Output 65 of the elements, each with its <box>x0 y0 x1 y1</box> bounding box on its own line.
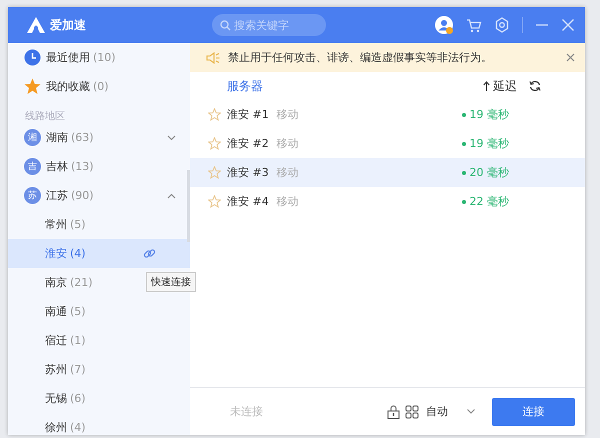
status-dot <box>462 170 466 174</box>
region-item[interactable]: 吉 吉林 (13) <box>8 152 190 181</box>
city-item[interactable]: 淮安 (4) <box>8 239 190 268</box>
latency-value: 20 毫秒 <box>470 165 509 180</box>
city-item[interactable]: 宿迁 (1) <box>8 326 190 355</box>
speaker-icon <box>206 52 220 64</box>
city-item[interactable]: 南通 (5) <box>8 297 190 326</box>
clock-icon <box>24 49 41 66</box>
latency-value: 19 毫秒 <box>470 136 509 151</box>
connection-status: 未连接 <box>230 404 263 419</box>
section-label: 线路地区 <box>24 110 66 123</box>
sidebar-item[interactable]: 最近使用 (10) <box>8 43 190 72</box>
latency-value: 22 毫秒 <box>470 194 509 209</box>
settings-icon[interactable] <box>494 17 510 33</box>
lock-icon[interactable] <box>387 404 400 418</box>
column-header[interactable]: 服务器 <box>227 78 263 94</box>
server-row[interactable]: 淮安 #3 移动 20 毫秒 <box>190 158 585 187</box>
refresh-icon[interactable] <box>529 80 541 92</box>
latency-value: 19 毫秒 <box>470 107 509 122</box>
city-item[interactable]: 苏州 (7) <box>8 355 190 384</box>
server-row[interactable]: 淮安 #1 移动 19 毫秒 <box>190 100 585 129</box>
app-name: 爱加速 <box>50 16 86 34</box>
star-outline-icon[interactable] <box>208 166 221 179</box>
city-item[interactable]: 徐州 (4) <box>8 413 190 438</box>
city-item[interactable]: 常州 (5) <box>8 210 190 239</box>
column-header[interactable]: 延迟 <box>493 78 517 94</box>
region-badge: 吉 <box>24 158 41 175</box>
server-row[interactable]: 淮安 #2 移动 19 毫秒 <box>190 129 585 158</box>
chevron-down-icon[interactable] <box>167 134 176 140</box>
logo-icon <box>26 16 46 34</box>
connect-button[interactable]: 连接 <box>492 398 575 426</box>
server-name: 淮安 #2 <box>227 136 269 151</box>
region-badge: 湘 <box>24 129 41 146</box>
star-outline-icon[interactable] <box>208 195 221 208</box>
grid-icon[interactable] <box>405 404 419 418</box>
avatar-icon[interactable] <box>434 15 454 35</box>
link-icon[interactable] <box>143 247 156 260</box>
server-row[interactable]: 淮安 #4 移动 22 毫秒 <box>190 187 585 216</box>
carrier-label: 移动 <box>276 165 299 180</box>
star-icon <box>24 78 41 95</box>
region-item[interactable]: 苏 江苏 (90) <box>8 181 190 210</box>
chevron-up-icon[interactable] <box>167 192 176 198</box>
city-item[interactable]: 无锡 (6) <box>8 384 190 413</box>
star-outline-icon[interactable] <box>208 137 221 150</box>
sidebar-item[interactable]: 我的收藏 (0) <box>8 72 190 101</box>
cart-icon[interactable] <box>466 18 482 32</box>
server-name: 淮安 #3 <box>227 165 269 180</box>
carrier-label: 移动 <box>276 107 299 122</box>
carrier-label: 移动 <box>276 194 299 209</box>
status-dot <box>462 112 466 116</box>
chevron-down-icon[interactable] <box>467 409 475 414</box>
status-dot <box>462 200 466 204</box>
star-outline-icon[interactable] <box>208 108 221 121</box>
mode-label: 自动 <box>426 404 448 419</box>
server-name: 淮安 #4 <box>227 194 269 209</box>
tooltip: 快速连接 <box>146 272 196 292</box>
region-item[interactable]: 湘 湖南 (63) <box>8 123 190 152</box>
notice-text: 禁止用于任何攻击、诽谤、编造虚假事实等非法行为。 <box>228 50 493 65</box>
carrier-label: 移动 <box>276 136 299 151</box>
region-badge: 苏 <box>24 187 41 204</box>
close-icon[interactable] <box>566 53 575 62</box>
sort-arrow-icon[interactable] <box>483 81 490 91</box>
status-dot <box>462 142 466 146</box>
search-field[interactable]: 搜索关键字 <box>212 14 326 36</box>
server-name: 淮安 #1 <box>227 107 269 122</box>
